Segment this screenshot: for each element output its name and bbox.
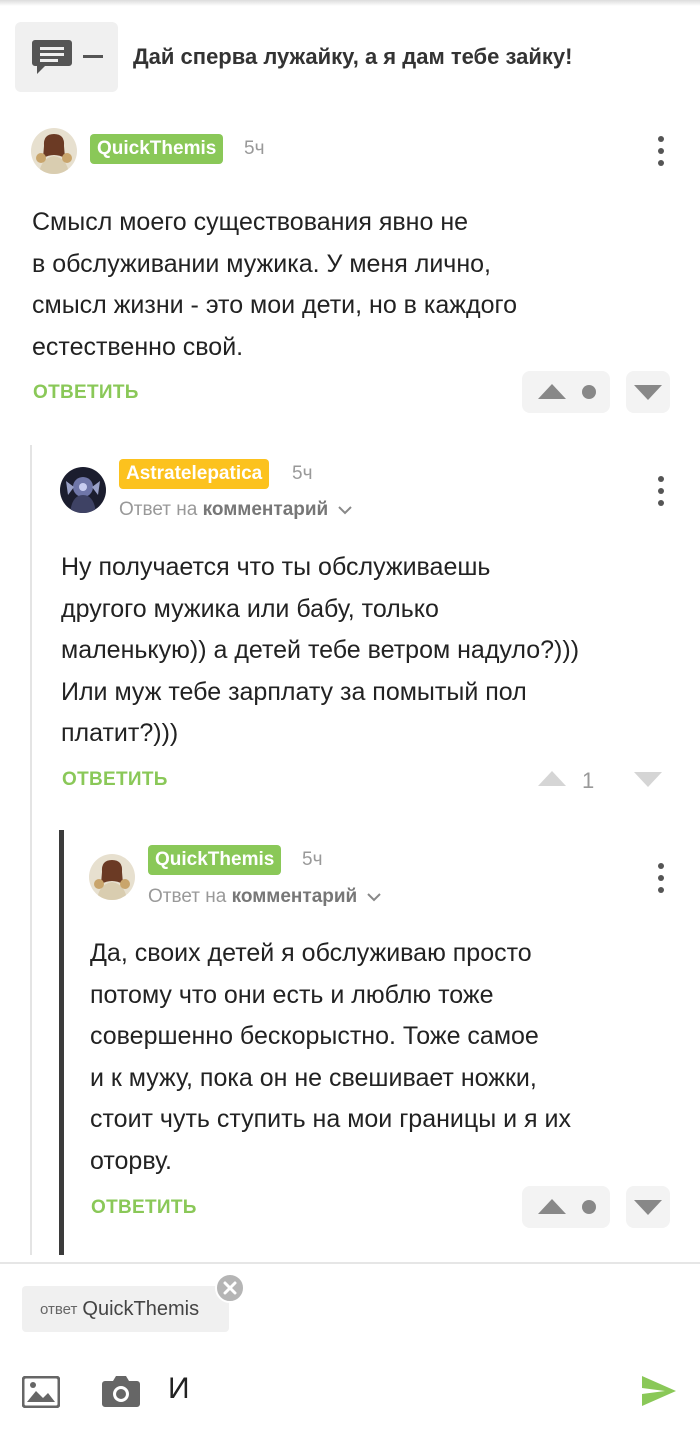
more-vert-icon[interactable] xyxy=(657,476,665,506)
more-vert-icon[interactable] xyxy=(657,863,665,893)
comment-3: QuickThemis 5ч Ответ на комментарий Да, … xyxy=(0,842,700,1242)
composer-divider xyxy=(0,1262,700,1264)
comment-input[interactable]: И xyxy=(168,1372,190,1406)
camera-icon[interactable] xyxy=(101,1373,141,1414)
arrow-up-icon[interactable] xyxy=(538,384,566,399)
author-nick[interactable]: QuickThemis xyxy=(148,845,282,875)
avatar[interactable] xyxy=(60,467,106,513)
rating-score: 1 xyxy=(582,768,595,793)
comment-text: Да, своих детей я обслуживаю просто пото… xyxy=(90,939,571,1175)
image-icon[interactable] xyxy=(21,1375,61,1413)
chevron-down-icon xyxy=(337,506,352,515)
arrow-down-icon[interactable] xyxy=(634,772,662,787)
send-icon[interactable] xyxy=(641,1375,677,1412)
rating-box xyxy=(522,371,610,413)
comment-2: Astratelepatica 5ч Ответ на комментарий … xyxy=(0,455,700,805)
reply-chip-name: QuickThemis xyxy=(82,1297,200,1320)
post-header: Дай сперва лужайку, а я дам тебе зайку! xyxy=(15,22,685,92)
comment-1: QuickThemis 5ч Смысл моего существования… xyxy=(0,125,700,425)
avatar[interactable] xyxy=(89,854,135,900)
rating-box: 1 xyxy=(522,758,672,800)
top-shadow xyxy=(0,0,700,6)
reply-chip-prefix: ответ xyxy=(40,1300,78,1318)
post-icon-box[interactable] xyxy=(15,22,118,92)
arrow-up-icon[interactable] xyxy=(538,1199,566,1214)
rating-dot xyxy=(582,1200,596,1214)
comment-icon xyxy=(31,40,72,74)
arrow-down-icon[interactable] xyxy=(634,1200,662,1215)
reply-chip: ответ QuickThemis xyxy=(22,1286,229,1332)
downvote-box xyxy=(626,1186,670,1228)
comment-text: Ну получается что ты обслуживаешь другог… xyxy=(61,553,580,747)
comment-time: 5ч xyxy=(302,849,323,870)
arrow-up-icon[interactable] xyxy=(538,771,566,786)
more-vert-icon[interactable] xyxy=(657,136,665,166)
downvote-box xyxy=(626,371,670,413)
reply-button[interactable]: ОТВЕТИТЬ xyxy=(62,769,168,791)
author-nick[interactable]: QuickThemis xyxy=(90,134,224,164)
rating-box xyxy=(522,1186,610,1228)
comment-time: 5ч xyxy=(244,138,265,159)
close-icon[interactable] xyxy=(215,1273,245,1303)
reply-button[interactable]: ОТВЕТИТЬ xyxy=(33,382,139,404)
rating-dot xyxy=(582,385,596,399)
reply-to[interactable]: Ответ на комментарий xyxy=(148,886,381,908)
comment-time: 5ч xyxy=(292,463,313,484)
reply-to[interactable]: Ответ на комментарий xyxy=(119,499,352,521)
avatar[interactable] xyxy=(31,128,77,174)
arrow-down-icon[interactable] xyxy=(634,385,662,400)
chevron-down-icon xyxy=(366,893,381,902)
dash-icon xyxy=(82,55,103,58)
author-nick[interactable]: Astratelepatica xyxy=(119,459,270,489)
post-title: Дай сперва лужайку, а я дам тебе зайку! xyxy=(133,44,573,69)
reply-button[interactable]: ОТВЕТИТЬ xyxy=(91,1197,197,1219)
comment-text: Смысл моего существования явно не в обсл… xyxy=(32,208,517,361)
